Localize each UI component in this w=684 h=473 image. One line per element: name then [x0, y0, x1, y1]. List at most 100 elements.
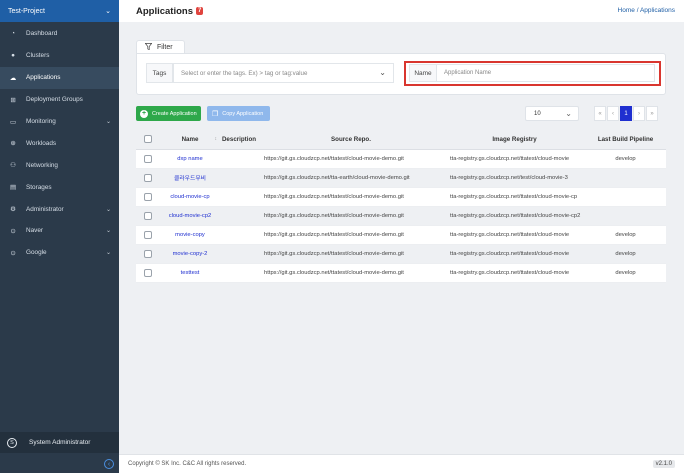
chevron-down-icon: ⌄	[105, 250, 111, 257]
name-placeholder: Application Name	[444, 70, 492, 76]
app-count-badge: 7	[196, 7, 204, 15]
app-name-link[interactable]: movie-copy-2	[173, 251, 208, 257]
page-size-select[interactable]: 10 ⌄	[525, 106, 579, 121]
sidebar-item-label: Storages	[26, 183, 52, 191]
app-name-link[interactable]: movie-copy	[175, 232, 205, 238]
row-checkbox-cell	[136, 149, 160, 169]
source-repo-cell: https://git.gs.cloudzcp.net/ttatest/clou…	[258, 149, 444, 169]
row-checkbox[interactable]	[144, 268, 152, 277]
image-registry-cell: tta-registry.gs.cloudzcp.net/ttatest/clo…	[444, 149, 585, 169]
sidebar-item-storages[interactable]: ▤ Storages	[0, 176, 119, 198]
table-row[interactable]: movie-copy https://git.gs.cloudzcp.net/tt…	[136, 225, 666, 245]
project-name: Test-Project	[8, 7, 45, 15]
sidebar-item-administrator[interactable]: ⚙ Administrator ⌄	[0, 198, 119, 220]
filter-tab[interactable]: Filter	[136, 40, 185, 54]
copy-application-button[interactable]: ❐ Copy Application	[207, 106, 270, 121]
page-header: Applications 7 Home / Applications	[119, 0, 684, 22]
app-name-cell: dxp name	[160, 149, 220, 169]
application-name-input[interactable]: Application Name	[437, 64, 655, 82]
row-checkbox-cell	[136, 168, 160, 188]
sidebar-item-label: Clusters	[26, 52, 50, 60]
sidebar-item-workloads[interactable]: ⊕ Workloads	[0, 132, 119, 154]
app-name-link[interactable]: 클라우드무비	[174, 176, 206, 182]
description-cell	[220, 263, 258, 283]
column-header-label: Name	[181, 135, 199, 143]
footer: Copyright © SK Inc. C&C All rights reser…	[119, 454, 684, 473]
description-cell	[220, 206, 258, 226]
prev-page-button[interactable]: ‹	[607, 106, 619, 121]
column-header-last-build-pipeline[interactable]: Last Build Pipeline	[585, 130, 666, 150]
administrator-icon: ⚙	[10, 206, 16, 214]
column-header-image-registry[interactable]: Image Registry	[444, 130, 585, 150]
last-build-pipeline: develop	[615, 155, 636, 162]
source-repo-cell: https://git.gs.cloudzcp.net/ttatest/clou…	[258, 244, 444, 264]
table-row[interactable]: movie-copy-2 https://git.gs.cloudzcp.net/…	[136, 244, 666, 264]
row-checkbox[interactable]	[144, 192, 152, 201]
sort-icon: ↕	[214, 136, 218, 142]
table-row[interactable]: 클라우드무비 https://git.gs.cloudzcp.net/tta-ea…	[136, 168, 666, 188]
select-all-checkbox[interactable]	[144, 135, 152, 144]
sidebar-item-deployment-groups[interactable]: ⊞ Deployment Groups	[0, 89, 119, 111]
app-name-cell: 클라우드무비	[160, 168, 220, 188]
app-name-link[interactable]: cloud-movie-cp	[170, 194, 209, 200]
row-checkbox[interactable]	[144, 249, 152, 258]
last-page-button[interactable]: »	[646, 106, 658, 121]
app-name-link[interactable]: dxp name	[177, 156, 202, 162]
source-repo-cell: https://git.gs.cloudzcp.net/tta-earth/cl…	[258, 168, 444, 188]
last-build-pipeline-cell: develop	[585, 244, 666, 264]
deployment-groups-icon: ⊞	[10, 96, 16, 104]
page-1-button[interactable]: 1	[620, 106, 632, 121]
description-cell	[220, 187, 258, 207]
table-row[interactable]: cloud-movie-cp https://git.gs.cloudzcp.ne…	[136, 187, 666, 207]
table-row[interactable]: cloud-movie-cp2 https://git.gs.cloudzcp.n…	[136, 206, 666, 226]
app-name-cell: cloud-movie-cp	[160, 187, 220, 207]
sidebar-item-applications[interactable]: ☁ Applications	[0, 66, 119, 89]
first-page-button[interactable]: «	[594, 106, 606, 121]
copy-icon: ❐	[212, 110, 219, 118]
sidebar-item-naver[interactable]: ⊙ Naver ⌄	[0, 220, 119, 242]
chevron-down-icon: ⌄	[379, 68, 386, 77]
last-build-pipeline: develop	[615, 269, 636, 276]
row-checkbox-cell	[136, 244, 160, 264]
last-build-pipeline: develop	[615, 231, 636, 238]
tags-select[interactable]: Select or enter the tags. Ex) > tag or t…	[173, 63, 394, 83]
source-repo: https://git.gs.cloudzcp.net/ttatest/clou…	[264, 231, 404, 238]
app-name-link[interactable]: cloud-movie-cp2	[169, 213, 212, 219]
next-page-button[interactable]: ›	[633, 106, 645, 121]
row-checkbox[interactable]	[144, 173, 152, 182]
chevron-down-icon: ⌄	[565, 109, 572, 118]
source-repo: https://git.gs.cloudzcp.net/tta-earth/cl…	[264, 174, 410, 181]
project-selector[interactable]: Test-Project ⌄	[0, 0, 119, 22]
app-name-cell: cloud-movie-cp2	[160, 206, 220, 226]
create-application-button[interactable]: + Create Application	[136, 106, 201, 121]
sidebar-item-dashboard[interactable]: ◔ Dashboard	[0, 23, 119, 45]
image-registry: tta-registry.gs.cloudzcp.net/ttatest/clo…	[450, 231, 570, 238]
column-header-name[interactable]: Name ↕	[160, 130, 220, 150]
page-size-value: 10	[534, 110, 541, 117]
source-repo-cell: https://git.gs.cloudzcp.net/ttatest/clou…	[258, 225, 444, 245]
image-registry: tta-registry.gs.cloudzcp.net/ttatest/clo…	[450, 269, 570, 276]
column-header-source-repo[interactable]: Source Repo.	[258, 130, 444, 150]
image-registry-cell: tta-registry.gs.cloudzcp.net/ttatest/clo…	[444, 206, 585, 226]
row-checkbox-cell	[136, 263, 160, 283]
app-name-link[interactable]: testtest	[181, 270, 200, 276]
table-row[interactable]: dxp name https://git.gs.cloudzcp.net/ttat…	[136, 149, 666, 169]
row-checkbox[interactable]	[144, 211, 152, 220]
row-checkbox-cell	[136, 225, 160, 245]
copy-application-label: Copy Application	[222, 110, 264, 117]
table-row[interactable]: testtest https://git.gs.cloudzcp.net/ttat…	[136, 263, 666, 283]
row-checkbox[interactable]	[144, 230, 152, 239]
image-registry: tta-registry.gs.cloudzcp.net/ttatest/clo…	[450, 212, 581, 219]
row-checkbox[interactable]	[144, 154, 152, 163]
system-administrator-bar[interactable]: S System Administrator	[0, 432, 119, 453]
collapse-sidebar-icon[interactable]: ‹	[104, 459, 114, 469]
column-header-description[interactable]: Description	[220, 130, 258, 150]
breadcrumb[interactable]: Home / Applications	[618, 7, 675, 14]
sidebar-item-monitoring[interactable]: ▭ Monitoring ⌄	[0, 111, 119, 133]
app-name-cell: movie-copy-2	[160, 244, 220, 264]
sidebar-item-networking[interactable]: ⚇ Networking	[0, 154, 119, 176]
description-cell	[220, 244, 258, 264]
last-build-pipeline-cell: develop	[585, 225, 666, 245]
sidebar-item-google[interactable]: ⊙ Google ⌄	[0, 242, 119, 264]
sidebar-item-clusters[interactable]: ● Clusters	[0, 45, 119, 67]
